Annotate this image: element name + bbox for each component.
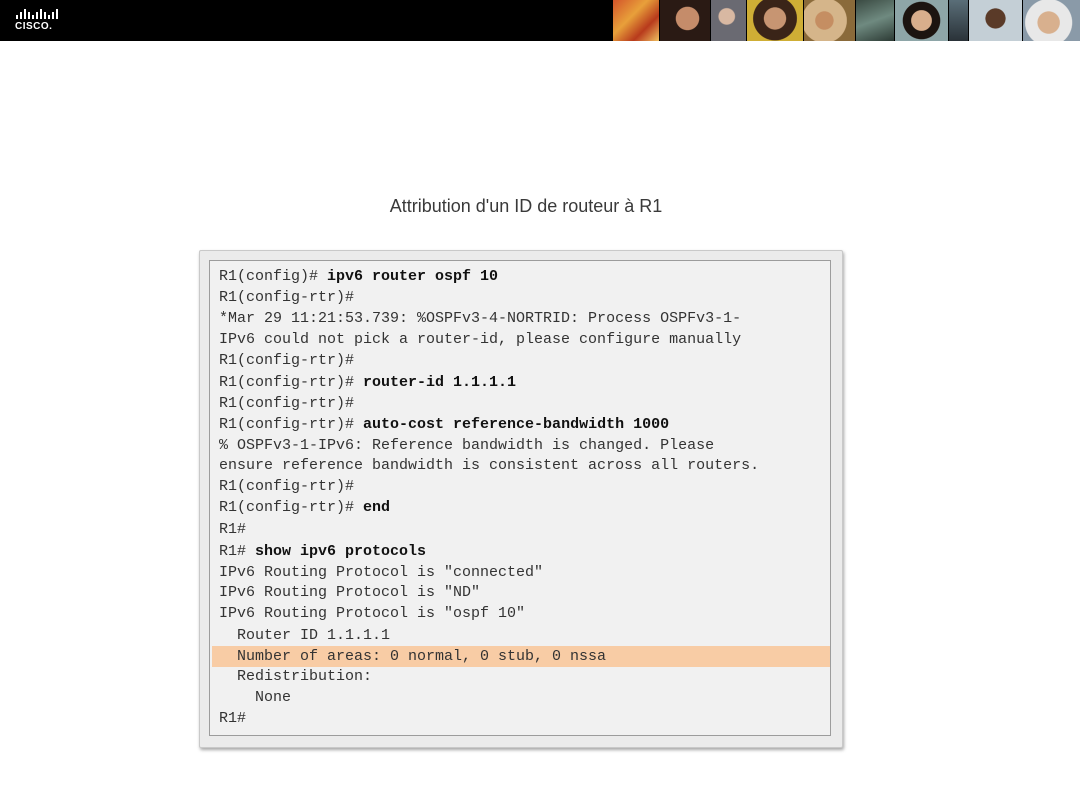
console-line: R1(config-rtr)# (219, 350, 354, 371)
console-line-text: R1(config)# (219, 268, 328, 285)
console-line: IPv6 Routing Protocol is "connected" (219, 562, 543, 583)
header-photo-3 (709, 0, 747, 41)
console-line: R1(config-rtr)# router-id 1.1.1.1 (219, 372, 516, 393)
header-photo-4 (746, 0, 803, 41)
console-command: end (363, 499, 391, 516)
console-line: R1(config-rtr)# (219, 287, 354, 308)
console-line-highlighted: Number of areas: 0 normal, 0 stub, 0 nss… (219, 646, 606, 667)
console-output: R1(config)# ipv6 router ospf 10 R1(confi… (209, 260, 831, 736)
console-command: auto-cost reference-bandwidth 1000 (363, 416, 670, 433)
cisco-logo-text: CISCO. (15, 21, 53, 32)
console-line: R1(config-rtr)# end (219, 497, 390, 518)
console-line: R1(config-rtr)# (219, 476, 354, 497)
console-line-text: % OSPFv3-1-IPv6: Reference bandwidth is … (219, 437, 715, 454)
cisco-bridge-icon (16, 9, 58, 19)
console-line-text: IPv6 Routing Protocol is "ND" (219, 584, 481, 601)
header-photo-2 (659, 0, 710, 41)
console-line: R1# (219, 519, 246, 540)
console-command: ipv6 router ospf 10 (327, 268, 499, 285)
header-photo-5 (802, 0, 855, 41)
console-line-text: R1(config-rtr)# (219, 499, 364, 516)
console-line: R1# show ipv6 protocols (219, 541, 426, 562)
console-line-text: R1# (219, 710, 247, 727)
console-line: IPv6 could not pick a router-id, please … (219, 329, 741, 350)
header-photo-6 (854, 0, 894, 41)
console-line-text: R1# (219, 521, 247, 538)
header-bar: CISCO. (0, 0, 1080, 41)
console-line-text: R1(config-rtr)# (219, 374, 364, 391)
console-line-text: R1(config-rtr)# (219, 416, 364, 433)
console-line: *Mar 29 11:21:53.739: %OSPFv3-4-NORTRID:… (219, 308, 741, 329)
console-line-text: ensure reference bandwidth is consistent… (219, 457, 760, 474)
console-line-text: IPv6 Routing Protocol is "ospf 10" (219, 605, 526, 622)
console-line-text: R1(config-rtr)# (219, 395, 355, 412)
console-line-text: IPv6 could not pick a router-id, please … (219, 331, 742, 348)
console-line: ensure reference bandwidth is consistent… (219, 455, 759, 476)
cisco-logo: CISCO. (15, 7, 65, 35)
console-line: % OSPFv3-1-IPv6: Reference bandwidth is … (219, 435, 714, 456)
console-line: Redistribution: (219, 666, 372, 687)
console-line-text: R1(config-rtr)# (219, 289, 355, 306)
console-command: show ipv6 protocols (255, 543, 427, 560)
console-line: R1# (219, 708, 246, 729)
console-line-text: Number of areas: 0 normal, 0 stub, 0 nss… (219, 648, 607, 665)
console-line-text: None (219, 689, 292, 706)
header-photo-7 (893, 0, 948, 41)
slide-title: Attribution d'un ID de routeur à R1 (389, 196, 663, 216)
console-line-text: *Mar 29 11:21:53.739: %OSPFv3-4-NORTRID:… (219, 310, 742, 327)
header-photo-1 (612, 0, 659, 41)
header-photo-9 (968, 0, 1023, 41)
header-photo-10 (1022, 0, 1080, 41)
console-line: Router ID 1.1.1.1 (219, 625, 390, 646)
console-line-text: R1(config-rtr)# (219, 352, 355, 369)
console-line: R1(config)# ipv6 router ospf 10 (219, 266, 498, 287)
console-line: IPv6 Routing Protocol is "ospf 10" (219, 603, 525, 624)
console-command: router-id 1.1.1.1 (363, 374, 517, 391)
console-frame: R1(config)# ipv6 router ospf 10 R1(confi… (199, 250, 843, 748)
console-line-text: Router ID 1.1.1.1 (219, 627, 391, 644)
console-line: IPv6 Routing Protocol is "ND" (219, 582, 480, 603)
header-photo-8 (947, 0, 969, 41)
console-line-text: R1(config-rtr)# (219, 478, 355, 495)
console-line: None (219, 687, 291, 708)
console-line-text: R1# (219, 543, 256, 560)
console-line: R1(config-rtr)# auto-cost reference-band… (219, 414, 669, 435)
console-line-text: IPv6 Routing Protocol is "connected" (219, 564, 544, 581)
console-line: R1(config-rtr)# (219, 393, 354, 414)
header-photo-strip (612, 0, 1080, 41)
console-line-text: Redistribution: (219, 668, 373, 685)
